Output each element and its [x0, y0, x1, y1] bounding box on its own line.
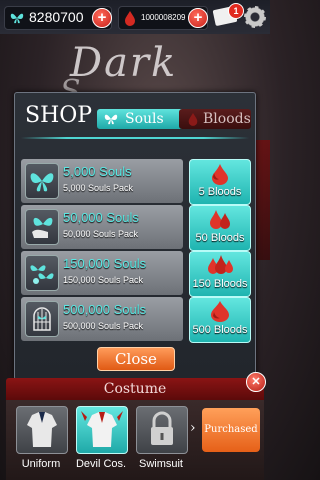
shirt-icon	[27, 412, 57, 447]
buy-50-bloods-button[interactable]: 50 Bloods	[189, 205, 251, 251]
mail-badge: 1	[228, 3, 244, 19]
costume-uniform[interactable]	[16, 406, 68, 454]
close-icon[interactable]: ✕	[246, 372, 266, 392]
costume-label: Devil Cos.	[75, 458, 127, 470]
add-bloods-button[interactable]: +	[188, 8, 208, 28]
item-desc: 150,000 Souls Pack	[63, 275, 144, 285]
buy-500-bloods-button[interactable]: 500 Bloods	[189, 297, 251, 343]
costume-header: Costume	[6, 378, 264, 400]
blood-drop-icon	[211, 301, 229, 322]
item-desc: 5,000 Souls Pack	[63, 183, 134, 193]
divider	[21, 137, 249, 139]
item-desc: 500,000 Souls Pack	[63, 321, 144, 331]
top-bar: 8280700 + 1000008209 + 1	[0, 0, 270, 34]
item-price: 150 Bloods	[192, 278, 248, 290]
purchased-button[interactable]: Purchased	[202, 408, 260, 452]
blood-drop-icon	[210, 210, 230, 229]
butterfly-swarm-icon	[25, 255, 59, 291]
item-price: 5 Bloods	[198, 186, 242, 198]
chevron-right-icon[interactable]: ›	[190, 420, 196, 436]
shop-item-card: 150,000 Souls 150,000 Souls Pack	[21, 251, 183, 295]
costume-label: Uniform	[21, 458, 61, 470]
costume-devil[interactable]	[76, 406, 128, 454]
shop-dialog: SHOP Souls Bloods 5,000 Souls 5,000 Soul…	[14, 92, 256, 380]
shirt-icon	[81, 411, 123, 447]
shop-item-row: 5,000 Souls 5,000 Souls Pack 5 Bloods	[21, 159, 251, 205]
bloods-value: 1000008209	[141, 13, 186, 22]
add-souls-button[interactable]: +	[92, 8, 112, 28]
lock-icon	[151, 411, 173, 445]
costume-label: Swimsuit	[138, 458, 183, 470]
costume-swimsuit[interactable]	[136, 406, 188, 454]
item-desc: 50,000 Souls Pack	[63, 229, 139, 239]
item-name: 150,000 Souls	[63, 256, 147, 271]
item-name: 50,000 Souls	[63, 210, 139, 225]
butterfly-icon	[10, 13, 24, 24]
shop-item-row: 50,000 Souls 50,000 Souls Pack 50 Bloods	[21, 205, 251, 251]
blood-drop-icon	[188, 113, 198, 126]
buy-150-bloods-button[interactable]: 150 Bloods	[189, 251, 251, 297]
shop-item-card: 50,000 Souls 50,000 Souls Pack	[21, 205, 183, 249]
butterfly-hand-icon	[25, 209, 59, 245]
tab-bloods[interactable]: Bloods	[179, 109, 251, 129]
blood-drop-icon	[212, 164, 228, 185]
butterfly-icon	[104, 114, 118, 125]
shop-item-card: 5,000 Souls 5,000 Souls Pack	[21, 159, 183, 203]
blood-drop-icon	[125, 11, 135, 26]
tab-souls-label: Souls	[125, 111, 164, 127]
shop-item-row: 500,000 Souls 500,000 Souls Pack 500 Blo…	[21, 297, 251, 343]
tab-bloods-label: Bloods	[203, 111, 251, 127]
butterfly-icon	[25, 163, 59, 199]
item-name: 500,000 Souls	[63, 302, 147, 317]
tab-souls[interactable]: Souls	[97, 109, 185, 129]
gear-icon[interactable]	[244, 6, 266, 28]
item-price: 50 Bloods	[195, 232, 245, 244]
item-price: 500 Bloods	[192, 324, 248, 336]
close-button[interactable]: Close	[97, 347, 175, 371]
buy-5-bloods-button[interactable]: 5 Bloods	[189, 159, 251, 205]
blood-drop-icon	[208, 255, 233, 274]
souls-value: 8280700	[29, 9, 84, 25]
shop-item-card: 500,000 Souls 500,000 Souls Pack	[21, 297, 183, 341]
birdcage-icon	[25, 301, 59, 337]
item-name: 5,000 Souls	[63, 164, 132, 179]
shop-item-row: 150,000 Souls 150,000 Souls Pack 150 Blo…	[21, 251, 251, 297]
shop-title: SHOP	[25, 103, 93, 128]
game-title: Dark	[70, 40, 178, 86]
